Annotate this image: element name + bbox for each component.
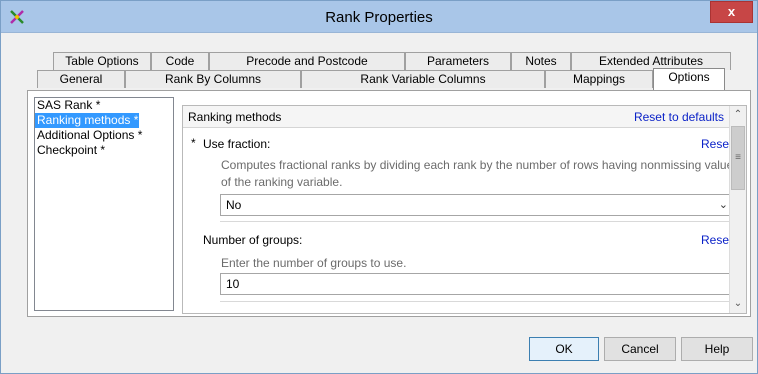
use-fraction-label: Use fraction: — [203, 137, 271, 151]
tab-row-upper: Table Options Code Precode and Postcode … — [1, 52, 758, 70]
tab-table-options[interactable]: Table Options — [53, 52, 151, 70]
nav-item-additional-options[interactable]: Additional Options * — [35, 128, 173, 143]
nav-item-sas-rank[interactable]: SAS Rank * — [35, 98, 173, 113]
number-of-groups-input[interactable]: 10 — [220, 273, 734, 295]
window-title: Rank Properties — [325, 9, 433, 26]
number-of-groups-value: 10 — [226, 277, 240, 291]
options-category-list: SAS Rank * Ranking methods * Additional … — [34, 97, 174, 311]
cancel-button[interactable]: Cancel — [604, 337, 676, 361]
tab-row-lower: General Rank By Columns Rank Variable Co… — [1, 68, 758, 90]
nav-item-checkpoint[interactable]: Checkpoint * — [35, 143, 173, 158]
nav-item-ranking-methods[interactable]: Ranking methods * — [35, 113, 139, 128]
tab-precode-postcode[interactable]: Precode and Postcode — [209, 52, 405, 70]
close-icon: x — [727, 4, 736, 19]
title-bar[interactable]: Rank Properties x — [1, 1, 757, 33]
required-marker: * — [191, 136, 196, 150]
use-fraction-reset-link[interactable]: Reset — [701, 137, 732, 151]
panel-header: Ranking methods Reset to defaults — [183, 106, 746, 128]
panel-title: Ranking methods — [188, 110, 282, 124]
number-of-groups-description: Enter the number of groups to use. — [221, 256, 407, 270]
scroll-up-icon[interactable]: ⌃ — [730, 107, 746, 123]
number-of-groups-reset-link[interactable]: Reset — [701, 233, 732, 247]
ok-button[interactable]: OK — [529, 337, 599, 361]
tab-rank-variable-columns[interactable]: Rank Variable Columns — [301, 70, 545, 88]
use-fraction-description-line1: Computes fractional ranks by dividing ea… — [221, 158, 740, 172]
close-button[interactable]: x — [710, 1, 753, 23]
use-fraction-description-line2: of the ranking variable. — [221, 175, 343, 189]
section-divider — [220, 221, 734, 222]
scroll-thumb[interactable]: ≡ — [731, 126, 745, 190]
tab-notes[interactable]: Notes — [511, 52, 571, 70]
use-fraction-value: No — [226, 198, 242, 212]
scroll-down-icon[interactable]: ⌄ — [730, 296, 746, 312]
tab-mappings[interactable]: Mappings — [545, 70, 653, 88]
number-of-groups-label: Number of groups: — [203, 233, 303, 247]
tab-code[interactable]: Code — [151, 52, 209, 70]
help-button[interactable]: Help — [681, 337, 753, 361]
chevron-down-icon: ⌄ — [718, 199, 728, 211]
rank-properties-window: Rank Properties x Table Options Code Pre… — [0, 0, 758, 374]
use-fraction-select[interactable]: No ⌄ — [220, 194, 734, 216]
panel-scrollbar[interactable]: ⌃ ≡ ⌄ — [729, 106, 746, 313]
section-divider — [220, 301, 734, 302]
reset-to-defaults-link[interactable]: Reset to defaults — [634, 110, 724, 124]
tab-options[interactable]: Options — [653, 68, 725, 90]
tab-general[interactable]: General — [37, 70, 125, 88]
tab-rank-by-columns[interactable]: Rank By Columns — [125, 70, 301, 88]
options-tab-content: SAS Rank * Ranking methods * Additional … — [27, 90, 751, 317]
ranking-methods-panel: Ranking methods Reset to defaults * Use … — [182, 105, 747, 314]
tab-parameters[interactable]: Parameters — [405, 52, 511, 70]
